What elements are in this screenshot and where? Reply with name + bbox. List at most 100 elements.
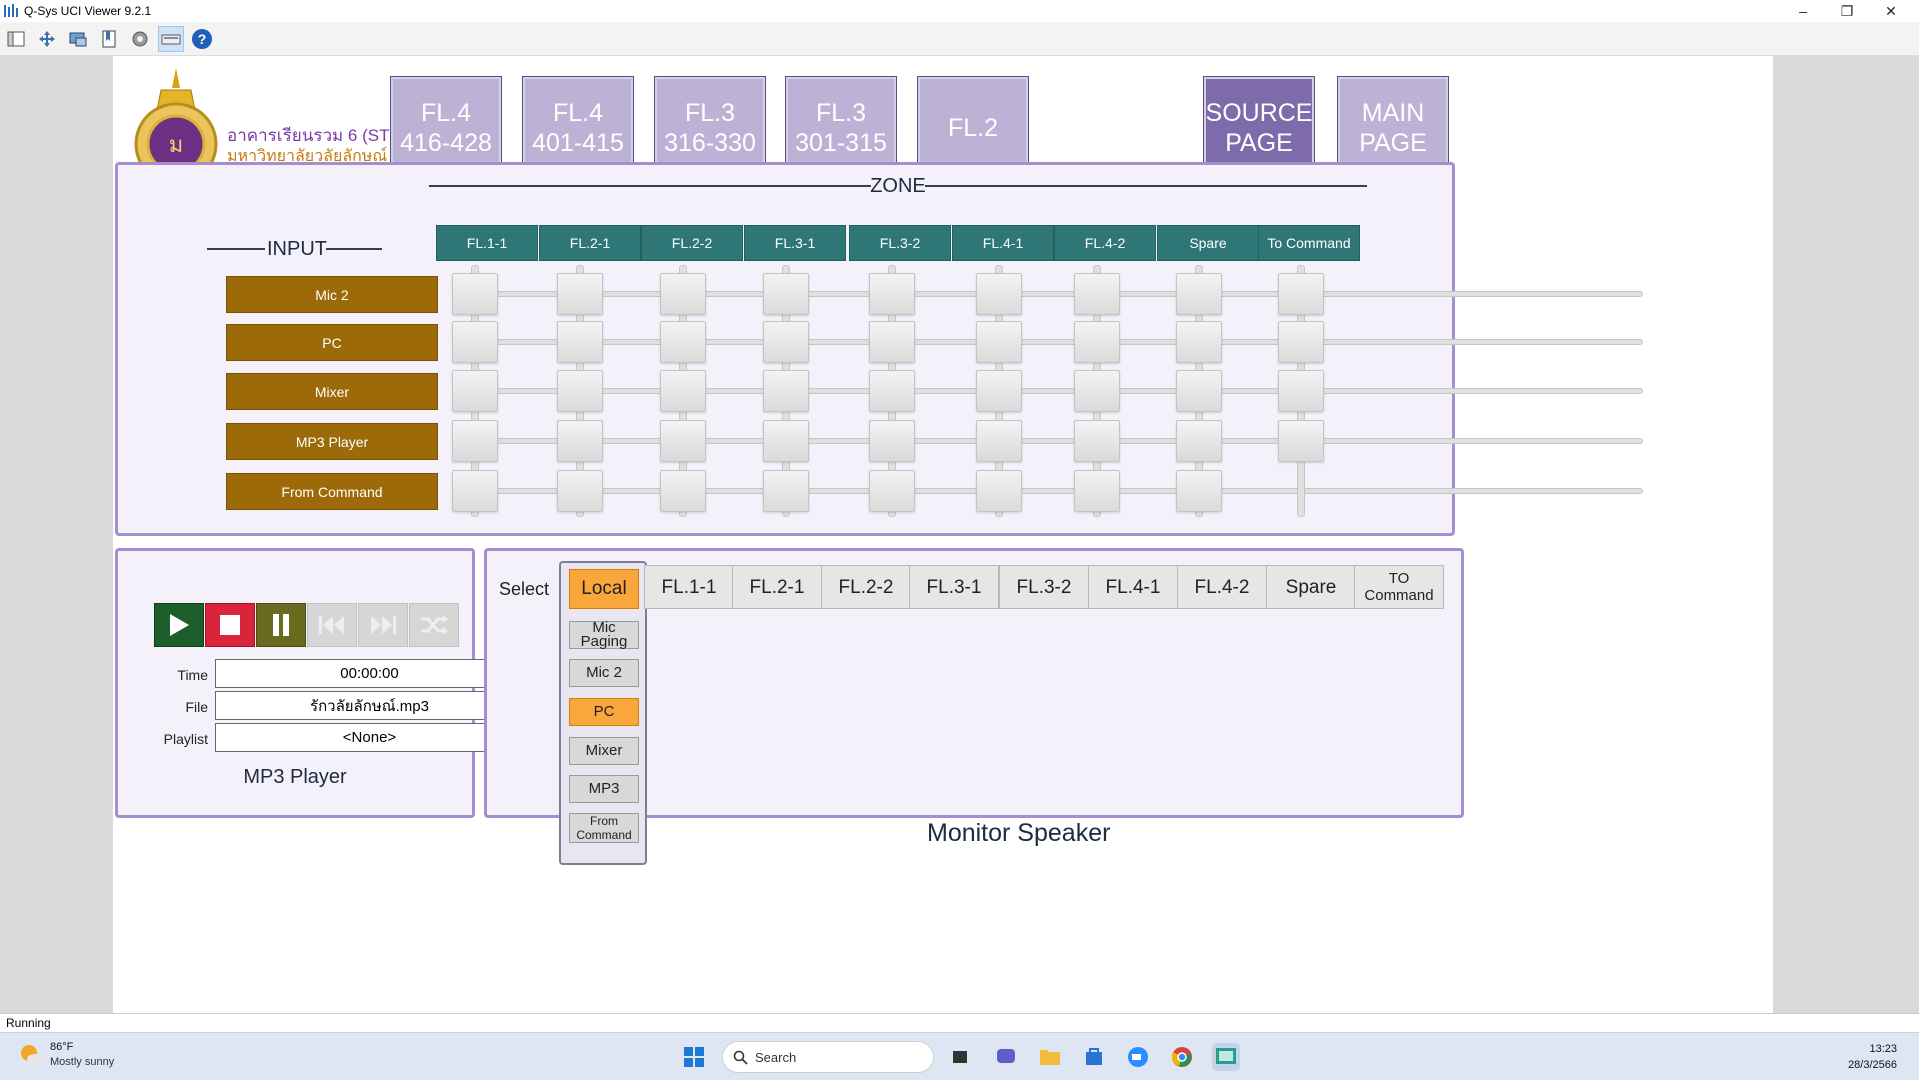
crosspoint-button[interactable] <box>452 370 498 412</box>
crosspoint-button[interactable] <box>1074 470 1120 512</box>
chrome-icon[interactable] <box>1168 1043 1196 1071</box>
crosspoint-button[interactable] <box>1278 420 1324 462</box>
crosspoint-button[interactable] <box>1278 321 1324 363</box>
zone-button-0[interactable]: FL.1-1 <box>436 225 538 261</box>
stop-button[interactable] <box>205 603 255 647</box>
settings-icon[interactable] <box>127 26 153 52</box>
crosspoint-button[interactable] <box>869 321 915 363</box>
panel-icon[interactable] <box>3 26 29 52</box>
monitor-zone-6[interactable]: FL.4-2 <box>1177 565 1267 609</box>
crosspoint-button[interactable] <box>660 420 706 462</box>
monitor-zone-7[interactable]: Spare <box>1266 565 1356 609</box>
store-icon[interactable] <box>1080 1043 1108 1071</box>
zone-button-4[interactable]: FL.3-2 <box>849 225 951 261</box>
zone-button-8[interactable]: To Command <box>1258 225 1360 261</box>
zoom-icon[interactable] <box>1124 1043 1152 1071</box>
crosspoint-button[interactable] <box>660 370 706 412</box>
crosspoint-button[interactable] <box>557 420 603 462</box>
pause-button[interactable] <box>256 603 306 647</box>
crosspoint-button[interactable] <box>976 370 1022 412</box>
crosspoint-button[interactable] <box>763 370 809 412</box>
maximize-button[interactable]: ❐ <box>1825 0 1869 22</box>
crosspoint-button[interactable] <box>557 370 603 412</box>
monitor-zone-8[interactable]: TO Command <box>1354 565 1444 609</box>
playlist-display[interactable]: <None> <box>215 723 524 752</box>
chat-icon[interactable] <box>992 1043 1020 1071</box>
weather-widget[interactable]: 86°F Mostly sunny <box>18 1041 114 1072</box>
crosspoint-button[interactable] <box>1176 470 1222 512</box>
crosspoint-button[interactable] <box>1074 273 1120 315</box>
crosspoint-button[interactable] <box>869 470 915 512</box>
zone-button-1[interactable]: FL.2-1 <box>539 225 641 261</box>
source-from-command[interactable]: From Command <box>569 813 639 843</box>
source-local[interactable]: Local <box>569 569 639 609</box>
zone-button-3[interactable]: FL.3-1 <box>744 225 846 261</box>
crosspoint-button[interactable] <box>1278 370 1324 412</box>
zone-button-5[interactable]: FL.4-1 <box>952 225 1054 261</box>
crosspoint-button[interactable] <box>976 273 1022 315</box>
input-button-2[interactable]: Mixer <box>226 373 438 410</box>
crosspoint-button[interactable] <box>557 470 603 512</box>
crosspoint-button[interactable] <box>1278 273 1324 315</box>
crosspoint-button[interactable] <box>976 420 1022 462</box>
crosspoint-button[interactable] <box>763 273 809 315</box>
next-button[interactable] <box>358 603 408 647</box>
source-mic-paging[interactable]: Mic Paging <box>569 620 639 649</box>
task-view-icon[interactable] <box>946 1043 974 1071</box>
monitor-zone-5[interactable]: FL.4-1 <box>1088 565 1178 609</box>
bookmark-icon[interactable] <box>96 26 122 52</box>
crosspoint-button[interactable] <box>660 273 706 315</box>
source-mp3[interactable]: MP3 <box>569 775 639 803</box>
crosspoint-button[interactable] <box>763 420 809 462</box>
previous-button[interactable] <box>307 603 357 647</box>
crosspoint-button[interactable] <box>1074 420 1120 462</box>
monitor-zone-1[interactable]: FL.2-1 <box>732 565 822 609</box>
source-mixer[interactable]: Mixer <box>569 737 639 765</box>
crosspoint-button[interactable] <box>1074 321 1120 363</box>
crosspoint-button[interactable] <box>557 273 603 315</box>
source-mic-2[interactable]: Mic 2 <box>569 659 639 687</box>
system-clock[interactable]: 13:23 28/3/2566 <box>1848 1041 1897 1073</box>
input-button-1[interactable]: PC <box>226 324 438 361</box>
crosspoint-button[interactable] <box>763 321 809 363</box>
crosspoint-button[interactable] <box>1176 273 1222 315</box>
crosspoint-button[interactable] <box>869 370 915 412</box>
monitor-zone-3[interactable]: FL.3-1 <box>909 565 999 609</box>
crosspoint-button[interactable] <box>1176 321 1222 363</box>
crosspoint-button[interactable] <box>452 321 498 363</box>
minimize-button[interactable]: – <box>1781 0 1825 22</box>
connect-icon[interactable] <box>65 26 91 52</box>
input-button-0[interactable]: Mic 2 <box>226 276 438 313</box>
crosspoint-button[interactable] <box>976 321 1022 363</box>
source-pc[interactable]: PC <box>569 698 639 726</box>
input-button-4[interactable]: From Command <box>226 473 438 510</box>
zone-button-7[interactable]: Spare <box>1157 225 1259 261</box>
file-explorer-icon[interactable] <box>1036 1043 1064 1071</box>
crosspoint-button[interactable] <box>869 273 915 315</box>
crosspoint-button[interactable] <box>557 321 603 363</box>
crosspoint-button[interactable] <box>660 321 706 363</box>
crosspoint-button[interactable] <box>660 470 706 512</box>
crosspoint-button[interactable] <box>452 273 498 315</box>
qsys-taskbar-icon[interactable] <box>1212 1043 1240 1071</box>
zone-button-6[interactable]: FL.4-2 <box>1054 225 1156 261</box>
keyboard-icon[interactable] <box>158 26 184 52</box>
crosspoint-button[interactable] <box>763 470 809 512</box>
crosspoint-button[interactable] <box>1074 370 1120 412</box>
crosspoint-button[interactable] <box>1176 420 1222 462</box>
monitor-zone-0[interactable]: FL.1-1 <box>644 565 734 609</box>
input-button-3[interactable]: MP3 Player <box>226 423 438 460</box>
crosspoint-button[interactable] <box>452 470 498 512</box>
start-icon[interactable] <box>680 1043 708 1071</box>
file-display[interactable]: รักวลัยลักษณ์.mp3 <box>215 691 524 720</box>
crosspoint-button[interactable] <box>1176 370 1222 412</box>
fit-arrows-icon[interactable] <box>34 26 60 52</box>
play-button[interactable] <box>154 603 204 647</box>
monitor-zone-2[interactable]: FL.2-2 <box>821 565 911 609</box>
crosspoint-button[interactable] <box>976 470 1022 512</box>
shuffle-button[interactable] <box>409 603 459 647</box>
monitor-zone-4[interactable]: FL.3-2 <box>999 565 1089 609</box>
help-icon[interactable]: ? <box>189 26 215 52</box>
crosspoint-button[interactable] <box>869 420 915 462</box>
zone-button-2[interactable]: FL.2-2 <box>641 225 743 261</box>
